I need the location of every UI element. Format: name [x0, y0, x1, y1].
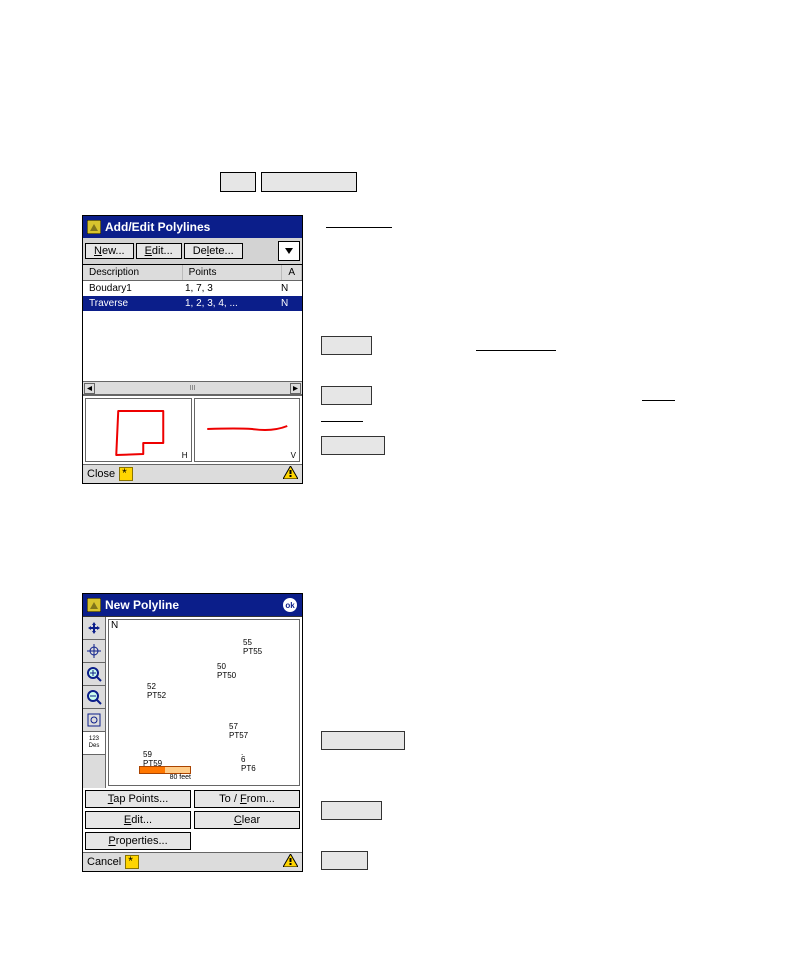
- toolbar: NNew...ew... Edit... Delete...: [83, 238, 302, 265]
- new-polyline-window: New Polyline ok 123 Des: [82, 593, 303, 872]
- app-icon: [87, 598, 101, 612]
- zoom-out-tool[interactable]: [83, 686, 105, 709]
- free-box: [321, 386, 372, 405]
- preview-horizontal: H: [85, 398, 192, 462]
- table-header: Description Points A: [83, 265, 302, 281]
- free-box: [321, 336, 372, 355]
- pan-tool[interactable]: [83, 617, 105, 640]
- window-title: Add/Edit Polylines: [105, 216, 210, 238]
- top-button-wide[interactable]: [261, 172, 357, 192]
- warning-icon[interactable]: [283, 466, 298, 482]
- free-underline: [476, 350, 556, 351]
- col-description[interactable]: Description: [83, 265, 183, 280]
- star-icon: [125, 855, 139, 869]
- free-box: [321, 851, 368, 870]
- edit-button[interactable]: Edit...: [136, 243, 182, 259]
- window-titlebar: New Polyline ok: [83, 594, 302, 616]
- col-a[interactable]: A: [282, 265, 302, 280]
- clear-button[interactable]: Clear: [194, 811, 300, 829]
- table-hscrollbar[interactable]: III: [83, 381, 302, 395]
- cancel-button[interactable]: Cancel: [87, 855, 139, 869]
- scroll-left-icon[interactable]: [84, 383, 95, 394]
- chevron-down-icon: [285, 248, 293, 254]
- map-toolbar: 123 Des: [83, 617, 106, 788]
- map-point[interactable]: 52PT52: [147, 682, 166, 700]
- cell-a: N: [281, 283, 296, 294]
- toolbar-dropdown[interactable]: [278, 241, 300, 261]
- delete-button[interactable]: Delete...: [184, 243, 243, 259]
- zoom-in-tool[interactable]: [83, 663, 105, 686]
- free-underline: [326, 227, 392, 228]
- new-button[interactable]: NNew...ew...: [85, 243, 134, 259]
- preview-label-h: H: [182, 451, 188, 460]
- warning-icon[interactable]: [283, 854, 298, 870]
- svg-text:ok: ok: [285, 601, 295, 610]
- table-body: Boudary1 1, 7, 3 N Traverse 1, 2, 3, 4, …: [83, 281, 302, 381]
- map-canvas[interactable]: N 55PT55 50PT50 52PT52 57PT57 .6PT6 59PT…: [108, 619, 300, 786]
- close-label: Close: [87, 468, 115, 480]
- north-indicator: N: [111, 620, 118, 631]
- ok-button[interactable]: ok: [282, 597, 298, 620]
- map-point[interactable]: 50PT50: [217, 662, 236, 680]
- command-buttons: Tap Points... To / From... Edit... Clear…: [83, 788, 302, 852]
- free-underline: [642, 400, 675, 401]
- map-point[interactable]: 55PT55: [243, 638, 262, 656]
- description-tool-label: 123 Des: [89, 736, 100, 750]
- scroll-thumb[interactable]: III: [190, 385, 196, 392]
- tap-points-button[interactable]: Tap Points...: [85, 790, 191, 808]
- window-bottombar: Close: [83, 464, 302, 483]
- edit-button[interactable]: Edit...: [85, 811, 191, 829]
- free-box: [321, 436, 385, 455]
- cell-desc: Traverse: [89, 298, 185, 309]
- close-button[interactable]: Close: [87, 467, 133, 481]
- cell-desc: Boudary1: [89, 283, 185, 294]
- table-row[interactable]: Boudary1 1, 7, 3 N: [83, 281, 302, 296]
- cancel-label: Cancel: [87, 856, 121, 868]
- star-icon: [119, 467, 133, 481]
- to-from-button[interactable]: To / From...: [194, 790, 300, 808]
- window-title: New Polyline: [105, 594, 179, 616]
- description-tool[interactable]: 123 Des: [83, 732, 105, 755]
- properties-button[interactable]: Properties...: [85, 832, 191, 850]
- window-bottombar: Cancel: [83, 852, 302, 871]
- free-box: [321, 801, 382, 820]
- cell-points: 1, 7, 3: [185, 283, 281, 294]
- cell-a: N: [281, 298, 296, 309]
- map-point[interactable]: .6PT6: [241, 748, 256, 773]
- scale-bar: 80 feet: [139, 766, 191, 781]
- scroll-right-icon[interactable]: [290, 383, 301, 394]
- crosshair-tool[interactable]: [83, 640, 105, 663]
- preview-vertical: V: [194, 398, 301, 462]
- cell-points: 1, 2, 3, 4, ...: [185, 298, 281, 309]
- zoom-extents-tool[interactable]: [83, 709, 105, 732]
- top-button-small[interactable]: [220, 172, 256, 192]
- free-underline: [321, 421, 363, 422]
- polyline-previews: H V: [83, 395, 302, 464]
- window-titlebar: Add/Edit Polylines: [83, 216, 302, 238]
- free-box: [321, 731, 405, 750]
- map-area: 123 Des N 55PT55 50PT50 52PT52 57PT57 .6…: [83, 616, 302, 788]
- scale-label: 80 feet: [139, 774, 191, 781]
- col-points[interactable]: Points: [183, 265, 283, 280]
- add-edit-polylines-window: Add/Edit Polylines NNew...ew... Edit... …: [82, 215, 303, 484]
- table-row[interactable]: Traverse 1, 2, 3, 4, ... N: [83, 296, 302, 311]
- preview-label-v: V: [291, 451, 296, 460]
- app-icon: [87, 220, 101, 234]
- map-point[interactable]: 57PT57: [229, 722, 248, 740]
